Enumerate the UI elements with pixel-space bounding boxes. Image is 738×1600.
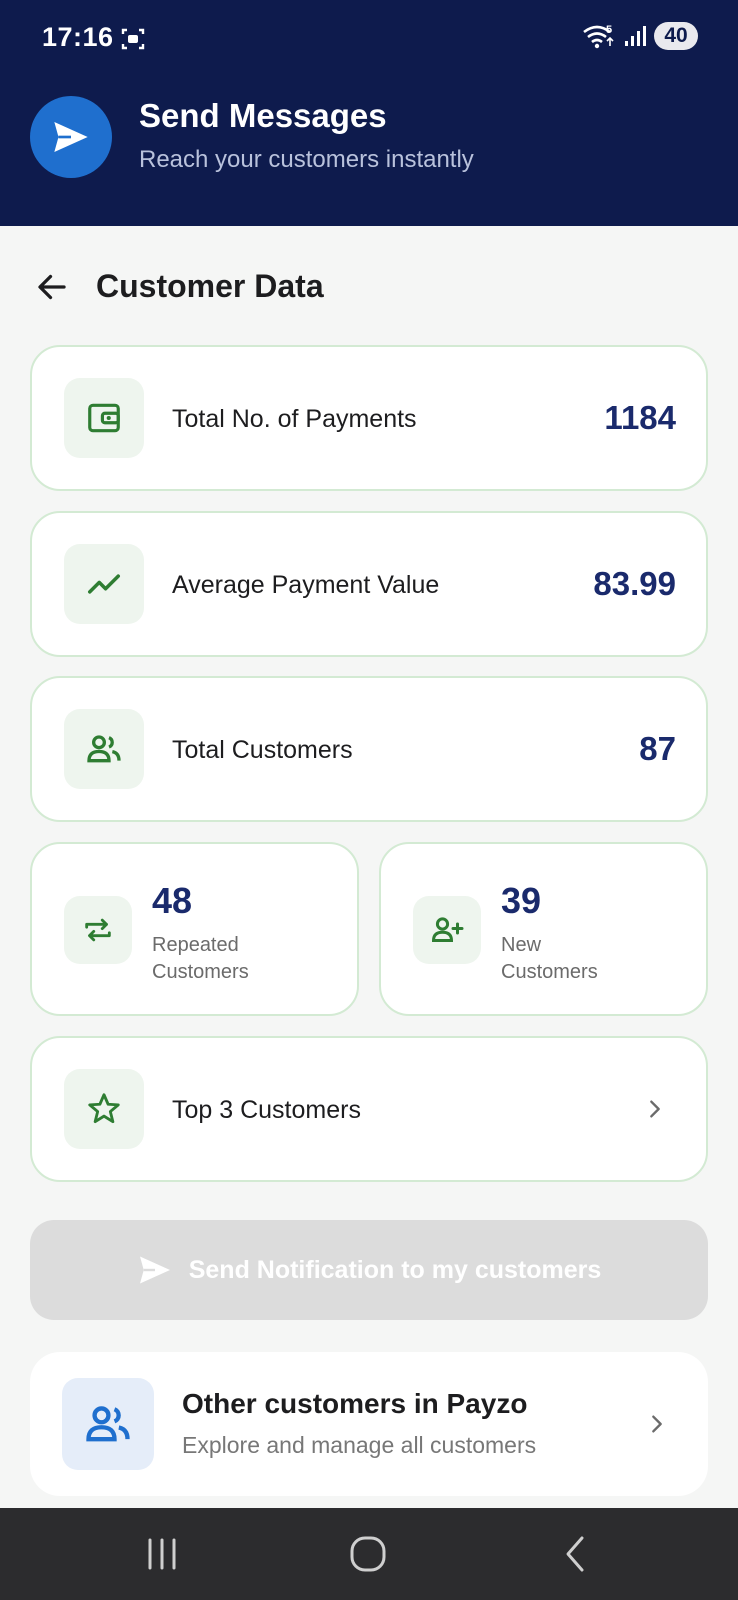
- repeated-customers-value: 48: [152, 880, 193, 921]
- header-subtitle: Reach your customers instantly: [139, 146, 474, 173]
- other-customers-subtitle: Explore and manage all customers: [182, 1432, 537, 1458]
- person-add-icon: [431, 917, 464, 942]
- system-nav-bar: [0, 1508, 738, 1600]
- wallet-icon: [88, 403, 120, 433]
- average-icon-tile: [64, 544, 144, 624]
- header-title: Send Messages: [139, 97, 387, 134]
- new-label-line2: Customers: [501, 961, 598, 983]
- new-customers-card: 39 New Customers: [379, 842, 708, 1016]
- star-icon: [88, 1093, 120, 1124]
- new-icon-tile: [413, 896, 481, 964]
- repeated-label-line1: Repeated: [152, 934, 239, 956]
- top-customers-label: Top 3 Customers: [172, 1096, 361, 1124]
- signal-icon: [625, 26, 646, 46]
- new-customers-value: 39: [501, 880, 542, 921]
- repeated-icon-tile: [64, 896, 132, 964]
- status-time: 17:16: [42, 22, 114, 52]
- other-customers-title: Other customers in Payzo: [182, 1388, 528, 1419]
- other-customers-card[interactable]: Other customers in Payzo Explore and man…: [30, 1352, 708, 1496]
- repeat-icon: [85, 918, 111, 942]
- home-icon[interactable]: [346, 1532, 390, 1576]
- battery-indicator: 40: [654, 22, 698, 50]
- total-payments-label: Total No. of Payments: [172, 405, 417, 433]
- total-customers-label: Total Customers: [172, 736, 353, 764]
- group-icon: [87, 735, 121, 763]
- average-payment-card: Average Payment Value 83.99: [30, 511, 708, 657]
- total-customers-card: Total Customers 87: [30, 676, 708, 822]
- wifi-badge: 5: [606, 24, 612, 36]
- recent-apps-icon[interactable]: [140, 1532, 184, 1576]
- payments-icon-tile: [64, 378, 144, 458]
- send-notification-button[interactable]: Send Notification to my customers: [30, 1220, 708, 1320]
- page-title: Customer Data: [96, 268, 324, 304]
- page-heading: Customer Data: [34, 268, 324, 305]
- wifi-icon: 5: [583, 24, 614, 49]
- app-header: 17:16 5 40 Send Messages Reach your cust…: [0, 0, 738, 226]
- top-customers-card[interactable]: Top 3 Customers: [30, 1036, 708, 1182]
- total-payments-card: Total No. of Payments 1184: [30, 345, 708, 491]
- send-icon: [54, 122, 88, 152]
- other-icon-tile: [62, 1378, 154, 1470]
- header-send-badge: [30, 96, 112, 178]
- average-payment-value: 83.99: [593, 565, 676, 602]
- repeated-customers-card: 48 Repeated Customers: [30, 842, 359, 1016]
- trending-up-icon: [88, 574, 120, 594]
- back-arrow-icon[interactable]: [34, 269, 70, 305]
- repeated-label-line2: Customers: [152, 961, 249, 983]
- group-icon: [86, 1406, 130, 1442]
- new-label-line1: New: [501, 934, 542, 956]
- customers-icon-tile: [64, 709, 144, 789]
- back-nav-icon[interactable]: [554, 1532, 598, 1576]
- send-notification-label: Send Notification to my customers: [188, 1255, 602, 1284]
- total-payments-value: 1184: [604, 399, 676, 436]
- chevron-right-icon: [652, 1415, 662, 1433]
- status-icons: 5 40: [582, 22, 698, 50]
- screen-record-icon: [121, 28, 145, 50]
- chevron-right-icon: [650, 1100, 660, 1118]
- total-customers-value: 87: [639, 730, 676, 767]
- send-icon: [139, 1256, 170, 1284]
- average-payment-label: Average Payment Value: [172, 571, 440, 599]
- top-icon-tile: [64, 1069, 144, 1149]
